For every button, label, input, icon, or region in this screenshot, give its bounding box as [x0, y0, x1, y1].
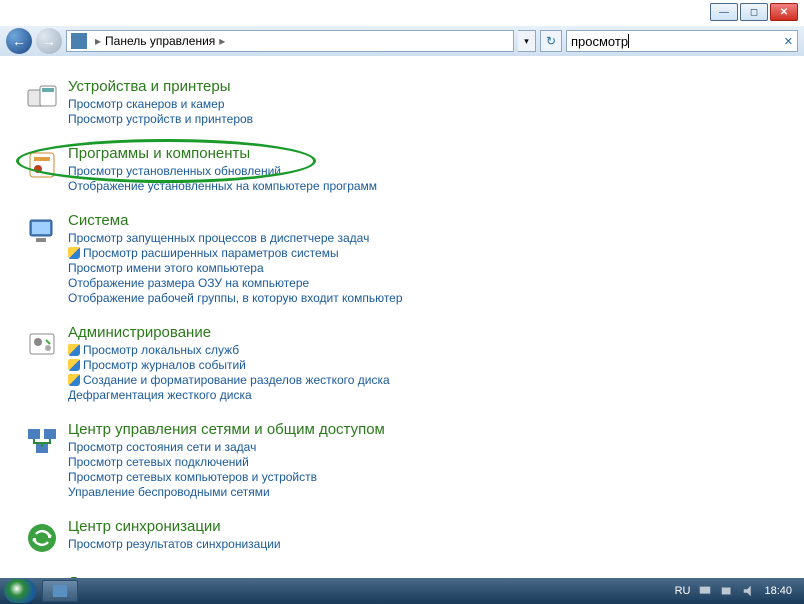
- category-link[interactable]: Отображение рабочей группы, в которую вх…: [68, 291, 804, 305]
- link-text: Дефрагментация жесткого диска: [68, 388, 252, 402]
- category-block: Центр синхронизации Просмотр результатов …: [24, 518, 804, 556]
- category-link[interactable]: Просмотр запущенных процессов в диспетче…: [68, 231, 804, 245]
- category-title[interactable]: Программы и компоненты: [68, 145, 804, 162]
- category-link[interactable]: Дефрагментация жесткого диска: [68, 388, 804, 402]
- category-link[interactable]: Просмотр локальных служб: [68, 343, 804, 357]
- link-text: Отображение размера ОЗУ на компьютере: [68, 276, 309, 290]
- network-icon: [24, 423, 60, 459]
- link-text: Просмотр установленных обновлений: [68, 164, 281, 178]
- category-link[interactable]: Просмотр состояния сети и задач: [68, 440, 804, 454]
- language-indicator[interactable]: RU: [675, 585, 691, 597]
- results-pane: Устройства и принтеры Просмотр сканеров и…: [0, 58, 804, 578]
- minimize-button[interactable]: —: [710, 3, 738, 21]
- category-link[interactable]: Просмотр сетевых компьютеров и устройств: [68, 470, 804, 484]
- close-button[interactable]: ✕: [770, 3, 798, 21]
- category-link[interactable]: Просмотр устройств и принтеров: [68, 112, 804, 126]
- uac-shield-icon: [68, 374, 80, 386]
- category-link[interactable]: Просмотр результатов синхронизации: [68, 537, 804, 551]
- uac-shield-icon: [68, 247, 80, 259]
- navigation-bar: ← → ▸ Панель управления ▸ ▾ ↻ просмотр ✕: [0, 26, 804, 56]
- category-link[interactable]: Отображение размера ОЗУ на компьютере: [68, 276, 804, 290]
- clear-search-button[interactable]: ✕: [784, 35, 793, 48]
- category-title[interactable]: Устройства и принтеры: [68, 78, 804, 95]
- link-text: Отображение установленных на компьютере …: [68, 179, 377, 193]
- breadcrumb-item[interactable]: Панель управления: [105, 34, 215, 48]
- admin-icon: [24, 326, 60, 362]
- uac-shield-icon: [68, 359, 80, 371]
- category-title[interactable]: Система: [68, 212, 804, 229]
- refresh-button[interactable]: ↻: [540, 30, 562, 52]
- category-link[interactable]: Отображение установленных на компьютере …: [68, 179, 804, 193]
- category-block: Администрирование Просмотр локальных служ…: [24, 324, 804, 403]
- category-body: Центр управления сетями и общим доступом…: [68, 421, 804, 500]
- maximize-button[interactable]: ◻: [740, 3, 768, 21]
- category-link[interactable]: Просмотр расширенных параметров системы: [68, 246, 804, 260]
- category-body: Центр синхронизации Просмотр результатов …: [68, 518, 804, 556]
- link-text: Просмотр имени этого компьютера: [68, 261, 264, 275]
- address-bar[interactable]: ▸ Панель управления ▸: [66, 30, 514, 52]
- link-text: Просмотр сканеров и камер: [68, 97, 225, 111]
- category-body: Администрирование Просмотр локальных служ…: [68, 324, 804, 403]
- link-text: Просмотр расширенных параметров системы: [83, 246, 339, 260]
- category-title[interactable]: Центр синхронизации: [68, 518, 804, 535]
- category-block: Программы и компоненты Просмотр установле…: [24, 145, 804, 194]
- category-link[interactable]: Создание и форматирование разделов жестк…: [68, 373, 804, 387]
- volume-icon[interactable]: [742, 584, 756, 598]
- action-center-icon[interactable]: [698, 584, 712, 598]
- link-text: Просмотр локальных служб: [83, 343, 239, 357]
- category-body: Программы и компоненты Просмотр установле…: [68, 145, 804, 194]
- category-body: Система Просмотр запущенных процессов в д…: [68, 212, 804, 306]
- control-panel-icon: [71, 33, 87, 49]
- network-tray-icon[interactable]: [720, 584, 734, 598]
- category-link[interactable]: Просмотр установленных обновлений: [68, 164, 804, 178]
- category-title[interactable]: Центр управления сетями и общим доступом: [68, 421, 804, 438]
- address-dropdown-button[interactable]: ▾: [518, 30, 536, 52]
- taskbar-app-button[interactable]: [42, 580, 78, 602]
- nav-forward-button[interactable]: →: [36, 28, 62, 54]
- link-text: Просмотр устройств и принтеров: [68, 112, 253, 126]
- breadcrumb-separator: ▸: [91, 34, 105, 48]
- link-text: Просмотр состояния сети и задач: [68, 440, 256, 454]
- taskbar: RU 18:40: [0, 578, 804, 604]
- category-block: Устройства и принтеры Просмотр сканеров и…: [24, 78, 804, 127]
- category-block: Система Просмотр запущенных процессов в д…: [24, 212, 804, 306]
- link-text: Создание и форматирование разделов жестк…: [83, 373, 390, 387]
- start-button[interactable]: [4, 579, 36, 603]
- link-text: Отображение рабочей группы, в которую вх…: [68, 291, 403, 305]
- window-controls: — ◻ ✕: [710, 3, 798, 21]
- search-input[interactable]: просмотр ✕: [566, 30, 798, 52]
- link-text: Просмотр результатов синхронизации: [68, 537, 281, 551]
- link-text: Просмотр журналов событий: [83, 358, 246, 372]
- nav-back-button[interactable]: ←: [6, 28, 32, 54]
- category-body: Устройства и принтеры Просмотр сканеров и…: [68, 78, 804, 127]
- category-link[interactable]: Просмотр сетевых подключений: [68, 455, 804, 469]
- programs-icon: [24, 147, 60, 183]
- search-value: просмотр: [571, 34, 628, 49]
- link-text: Просмотр запущенных процессов в диспетче…: [68, 231, 369, 245]
- link-text: Просмотр сетевых компьютеров и устройств: [68, 470, 317, 484]
- category-link[interactable]: Просмотр имени этого компьютера: [68, 261, 804, 275]
- category-link[interactable]: Управление беспроводными сетями: [68, 485, 804, 499]
- link-text: Просмотр сетевых подключений: [68, 455, 249, 469]
- system-icon: [24, 214, 60, 250]
- link-text: Управление беспроводными сетями: [68, 485, 270, 499]
- breadcrumb-separator: ▸: [215, 34, 229, 48]
- system-tray: RU 18:40: [675, 584, 800, 598]
- category-link[interactable]: Просмотр сканеров и камер: [68, 97, 804, 111]
- category-link[interactable]: Просмотр журналов событий: [68, 358, 804, 372]
- category-block: Центр управления сетями и общим доступом…: [24, 421, 804, 500]
- sync-icon: [24, 520, 60, 556]
- devices-icon: [24, 80, 60, 116]
- uac-shield-icon: [68, 344, 80, 356]
- category-title[interactable]: Администрирование: [68, 324, 804, 341]
- clock[interactable]: 18:40: [764, 585, 792, 597]
